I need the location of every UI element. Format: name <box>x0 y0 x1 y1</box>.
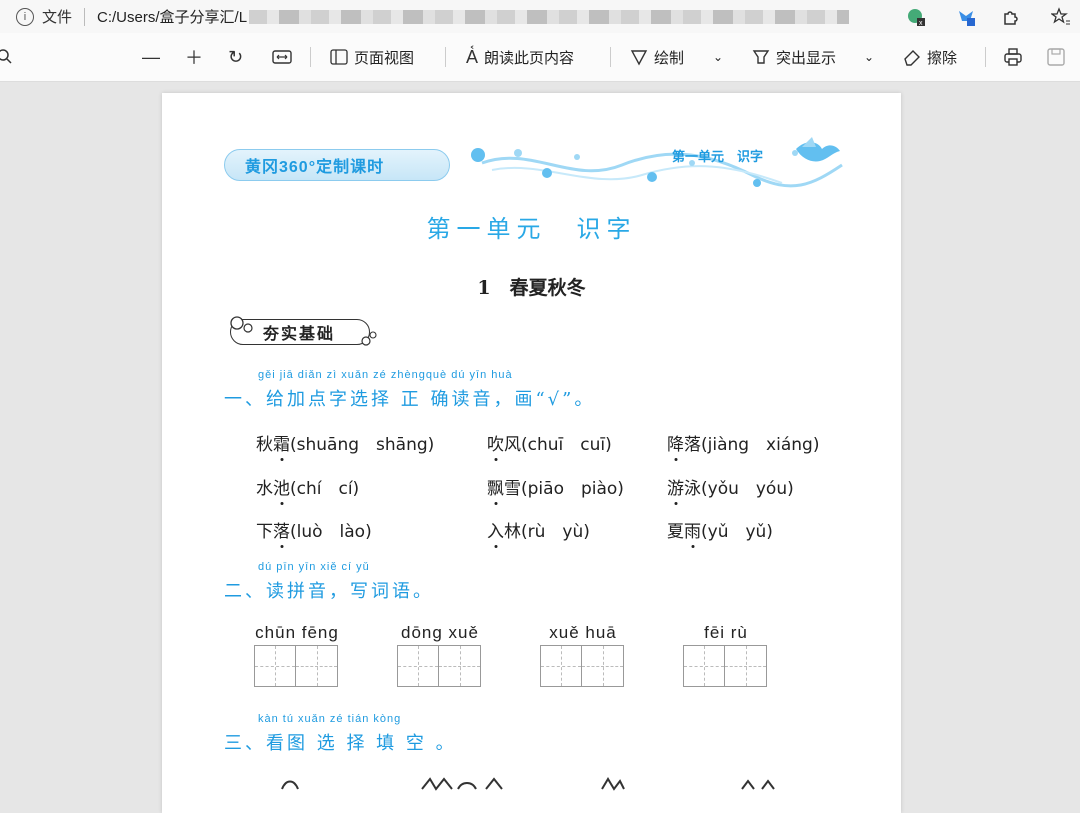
writing-grid: chūn fēng <box>254 623 340 687</box>
read-aloud-button[interactable]: A᷾ 朗读此页内容 <box>466 47 574 68</box>
zoom-out-icon[interactable]: — <box>142 47 160 68</box>
divider <box>84 7 86 26</box>
q3-text: 三、看图 选 择 填 空 。 <box>224 733 457 754</box>
writing-grid: fēi rù <box>683 623 769 687</box>
chevron-down-icon[interactable]: ⌄ <box>713 50 723 64</box>
writing-box[interactable] <box>397 645 439 687</box>
address-bar: i 文件 C:/Users/盒子分享汇/L x <box>0 0 1080 33</box>
draw-label: 绘制 <box>654 49 685 67</box>
writing-box[interactable] <box>540 645 582 687</box>
writing-box[interactable] <box>254 645 296 687</box>
page-view-button[interactable]: 页面视图 <box>330 47 414 68</box>
zoom-in-icon[interactable]: ＋ <box>185 44 203 70</box>
grid-pinyin: chūn fēng <box>255 623 339 642</box>
save-icon[interactable] <box>1047 48 1065 66</box>
writing-box[interactable] <box>683 645 725 687</box>
unit-title: 第一单元 识字 <box>426 215 637 243</box>
grid-pinyin: dōng xuě <box>401 623 479 642</box>
grid-pinyin: xuě huā <box>549 623 617 642</box>
bird-icon <box>796 137 840 162</box>
writing-box[interactable] <box>439 645 481 687</box>
divider <box>310 47 311 67</box>
picture-strip-icon <box>281 777 775 791</box>
search-icon[interactable] <box>0 49 14 65</box>
writing-box[interactable] <box>296 645 338 687</box>
extension-icon[interactable]: x <box>905 6 927 28</box>
highlight-label: 突出显示 <box>776 49 837 67</box>
erase-button[interactable]: 擦除 <box>903 47 957 68</box>
read-aloud-icon: A᷾ <box>466 46 479 67</box>
puzzle-icon[interactable] <box>1000 6 1022 28</box>
fit-width-icon[interactable] <box>272 50 292 64</box>
q1-pinyin: gěi jiā diǎn zì xuǎn zé zhèngquè dú yīn … <box>258 369 513 381</box>
info-icon[interactable]: i <box>16 7 34 26</box>
chevron-down-icon[interactable]: ⌄ <box>864 50 874 64</box>
pdf-toolbar: — ＋ ↻ 页面视图 A᷾ 朗读此页内容 绘制 ⌄ 突出显示 ⌄ 擦除 <box>0 33 1080 82</box>
rotate-icon[interactable]: ↻ <box>228 47 243 68</box>
writing-box[interactable] <box>725 645 767 687</box>
q1-item: 秋霜(shuāng shāng) <box>256 435 435 455</box>
url-text[interactable]: C:/Users/盒子分享汇/L <box>97 6 247 27</box>
blurred-url <box>249 9 850 24</box>
q1-item: 入林(rù yù) <box>487 522 590 542</box>
print-icon[interactable] <box>1003 48 1023 66</box>
unit-tag: 第一单元 识字 <box>672 149 764 164</box>
draw-button[interactable]: 绘制 <box>630 47 684 68</box>
divider <box>985 47 986 67</box>
q1-item: 游泳(yǒu yóu) <box>667 479 794 499</box>
divider <box>610 47 611 67</box>
file-label: 文件 <box>42 9 73 26</box>
svg-text:x: x <box>919 20 923 27</box>
read-aloud-label: 朗读此页内容 <box>484 49 575 67</box>
q1-item: 夏雨(yǔ yǔ) <box>667 522 773 542</box>
highlight-button[interactable]: 突出显示 <box>752 47 836 68</box>
pdf-page: 黄冈360°定制课时 第一单元 识字 第一单元 识字 1 春夏秋冬 夯实基础 g… <box>162 93 901 813</box>
bubble-decoration-icon <box>230 316 377 346</box>
banner: 黄冈360°定制课时 <box>224 149 450 181</box>
q1-item: 下落(luò lào) <box>256 522 372 542</box>
writing-grid: dōng xuě <box>397 623 483 687</box>
q1-item: 降落(jiàng xiáng) <box>667 435 820 455</box>
q3-pinyin: kàn tú xuǎn zé tián kòng <box>258 713 402 725</box>
extension-icon[interactable] <box>955 6 977 28</box>
favorites-icon[interactable] <box>1050 6 1072 28</box>
q1-item: 飘雪(piāo piào) <box>487 479 624 499</box>
erase-label: 擦除 <box>927 49 958 67</box>
q1-text: 一、给加点字选择 正 确读音，画“√”。 <box>224 389 596 410</box>
writing-box[interactable] <box>582 645 624 687</box>
q1-item: 水池(chí cí) <box>256 479 360 499</box>
grid-pinyin: fēi rù <box>704 623 748 642</box>
q1-item: 吹风(chuī cuī) <box>487 435 612 455</box>
q2-pinyin: dú pīn yīn xiě cí yǔ <box>258 561 370 573</box>
lesson-title: 1 春夏秋冬 <box>477 277 586 299</box>
q2-text: 二、读拼音，写词语。 <box>224 581 434 602</box>
page-view-label: 页面视图 <box>354 49 415 67</box>
writing-grid: xuě huā <box>540 623 626 687</box>
divider <box>445 47 446 67</box>
